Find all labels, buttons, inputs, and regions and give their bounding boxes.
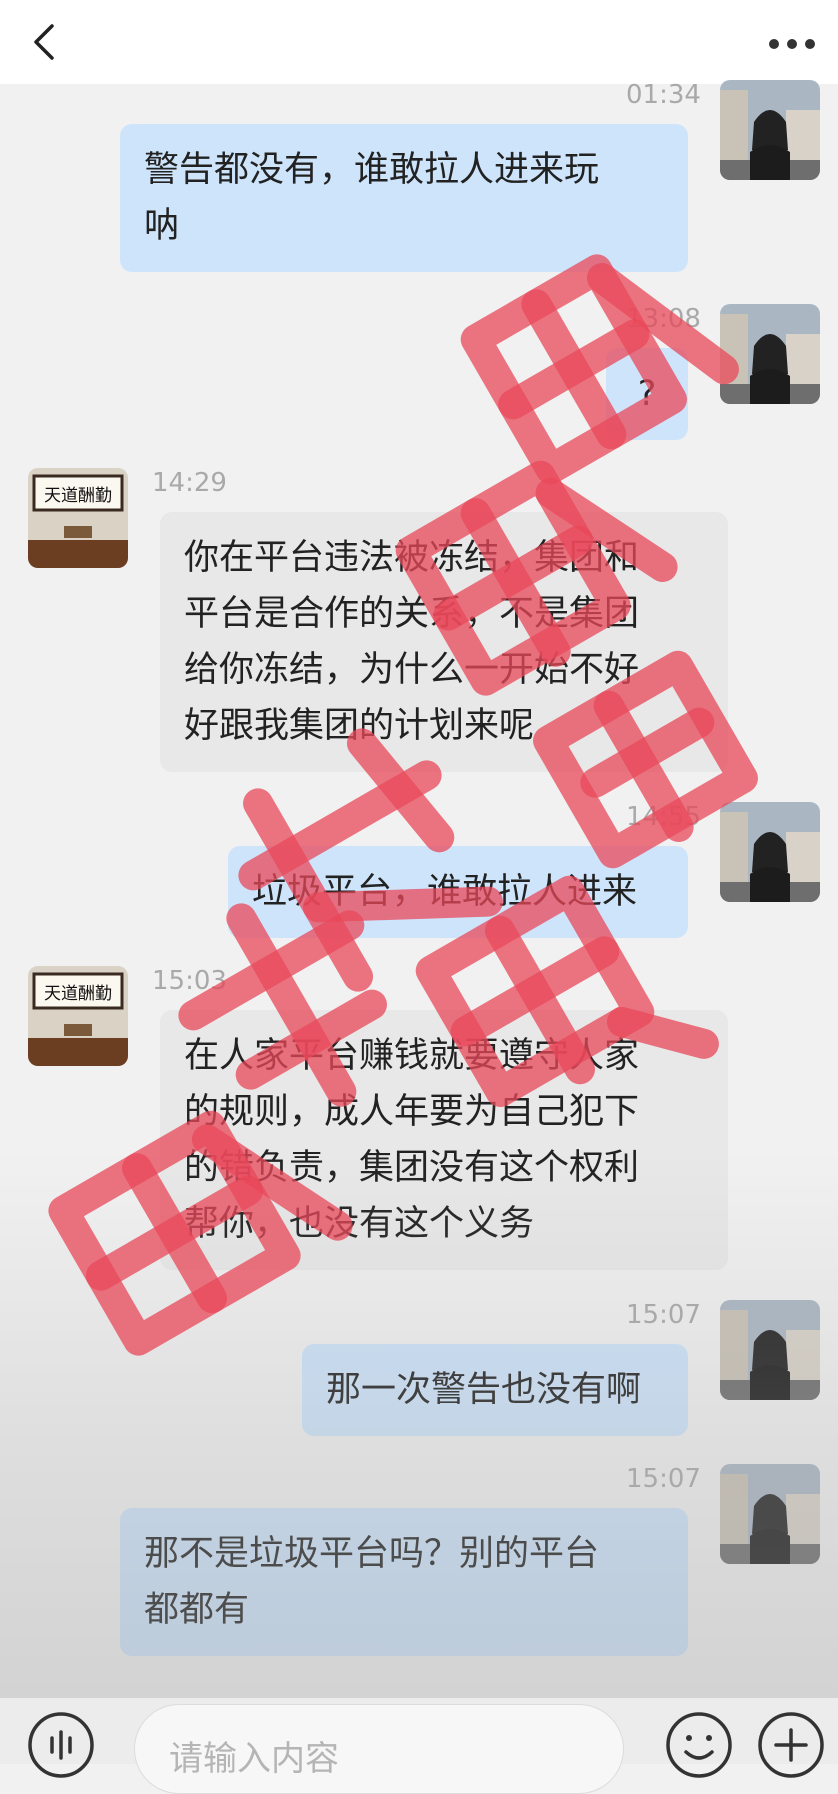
message-text: 垃圾平台，谁敢拉人进来 bbox=[252, 872, 638, 912]
avatar-me[interactable] bbox=[720, 1464, 820, 1564]
message-text: 警告都没有，谁敢拉人进来玩 呐 bbox=[144, 150, 600, 246]
voice-icon bbox=[28, 1712, 94, 1778]
svg-text:天道酬勤: 天道酬勤 bbox=[44, 984, 112, 1004]
emoji-button[interactable] bbox=[664, 1710, 734, 1780]
message-bubble-other[interactable]: 在人家平台赚钱就要遵守人家 的规则，成人年要为自己犯下 的错负责，集团没有这个权… bbox=[160, 1010, 728, 1270]
message-timestamp: 15:07 bbox=[626, 1300, 701, 1330]
avatar-me[interactable] bbox=[720, 80, 820, 180]
message-text: 在人家平台赚钱就要遵守人家 的规则，成人年要为自己犯下 的错负责，集团没有这个权… bbox=[184, 1036, 640, 1244]
message-text: 你在平台违法被冻结，集团和 平台是合作的关系，不是集团 给你冻结，为什么一开始不… bbox=[184, 538, 640, 746]
top-bar bbox=[0, 0, 838, 84]
message-bubble-me[interactable]: 那一次警告也没有啊 bbox=[302, 1344, 688, 1436]
emoji-icon bbox=[666, 1712, 732, 1778]
avatar-me[interactable] bbox=[720, 802, 820, 902]
more-dots-icon bbox=[769, 39, 815, 49]
message-timestamp: 15:07 bbox=[626, 1464, 701, 1494]
message-timestamp: 15:03 bbox=[152, 966, 227, 996]
message-bubble-me[interactable]: 那不是垃圾平台吗？别的平台 都都有 bbox=[120, 1508, 688, 1656]
svg-text:天道酬勤: 天道酬勤 bbox=[44, 486, 112, 506]
plus-icon bbox=[758, 1712, 824, 1778]
message-timestamp: 01:34 bbox=[626, 80, 701, 110]
message-bubble-me[interactable]: 警告都没有，谁敢拉人进来玩 呐 bbox=[120, 124, 688, 272]
avatar-other[interactable]: 天道酬勤 bbox=[28, 468, 128, 568]
message-timestamp: 13:08 bbox=[626, 304, 701, 334]
message-bubble-other[interactable]: 你在平台违法被冻结，集团和 平台是合作的关系，不是集团 给你冻结，为什么一开始不… bbox=[160, 512, 728, 772]
avatar-other[interactable]: 天道酬勤 bbox=[28, 966, 128, 1066]
message-input-placeholder: 请输入内容 bbox=[169, 1739, 339, 1779]
message-bubble-me[interactable]: 垃圾平台，谁敢拉人进来 bbox=[228, 846, 688, 938]
avatar-me[interactable] bbox=[720, 304, 820, 404]
chevron-left-icon bbox=[34, 24, 54, 60]
message-text: ? bbox=[637, 374, 657, 414]
plus-button[interactable] bbox=[756, 1710, 826, 1780]
message-timestamp: 14:55 bbox=[626, 802, 701, 832]
message-text: 那不是垃圾平台吗？别的平台 都都有 bbox=[144, 1534, 600, 1630]
message-timestamp: 14:29 bbox=[152, 468, 227, 498]
input-bar: 请输入内容 bbox=[0, 1698, 838, 1794]
avatar-me[interactable] bbox=[720, 1300, 820, 1400]
back-button[interactable] bbox=[26, 22, 66, 62]
voice-button[interactable] bbox=[26, 1710, 96, 1780]
more-button[interactable] bbox=[768, 24, 816, 64]
message-bubble-me[interactable]: ? bbox=[606, 348, 688, 440]
message-text: 那一次警告也没有啊 bbox=[326, 1370, 642, 1410]
message-input[interactable]: 请输入内容 bbox=[134, 1704, 624, 1794]
